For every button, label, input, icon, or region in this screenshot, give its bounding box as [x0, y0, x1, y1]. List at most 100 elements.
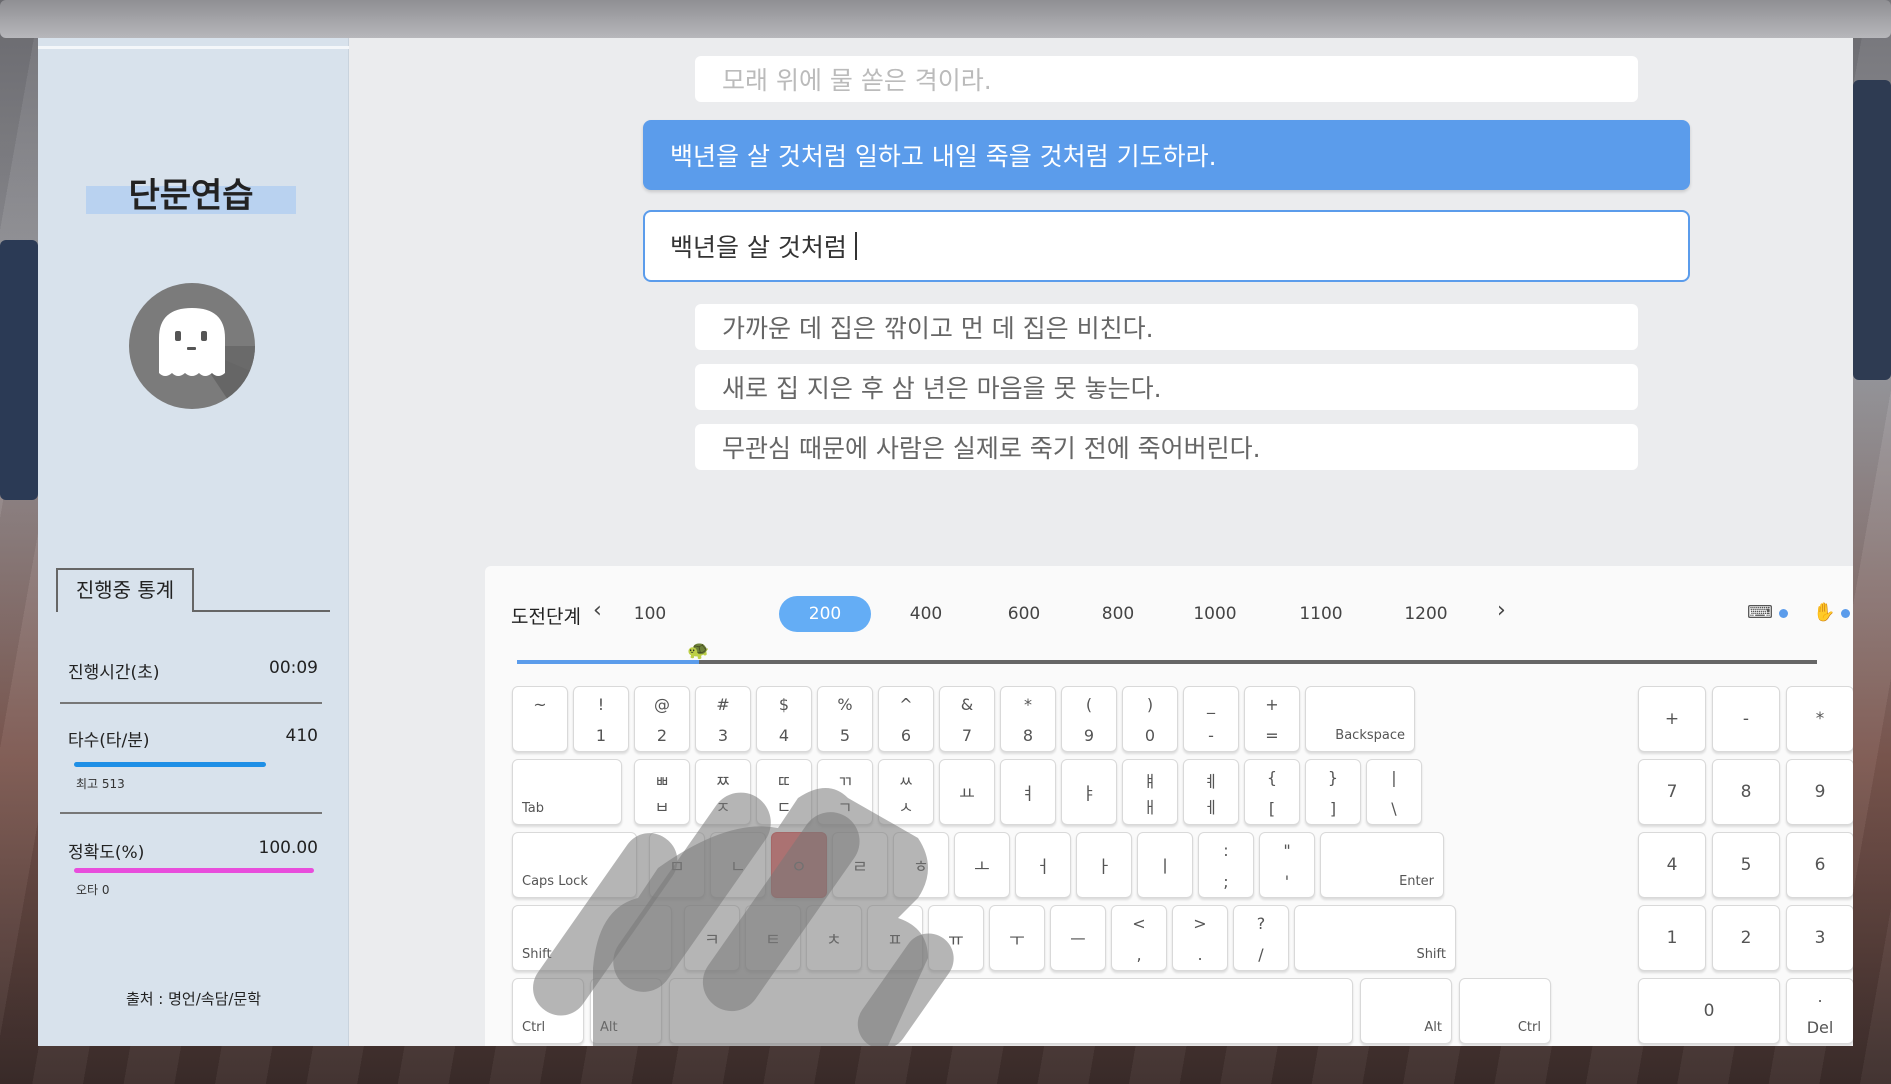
key[interactable]: ㅡ: [1050, 905, 1106, 971]
level-item[interactable]: 100: [625, 596, 675, 632]
level-item[interactable]: 400: [901, 596, 951, 632]
key[interactable]: (9: [1061, 686, 1117, 752]
key[interactable]: >.: [1172, 905, 1228, 971]
key[interactable]: ㄸㄷ: [756, 759, 812, 825]
key[interactable]: ㅣ: [1137, 832, 1193, 898]
key[interactable]: }]: [1305, 759, 1361, 825]
key[interactable]: #3: [695, 686, 751, 752]
key[interactable]: :;: [1198, 832, 1254, 898]
key-highlighted[interactable]: ㅇ: [771, 832, 827, 898]
key[interactable]: ㅌ: [745, 905, 801, 971]
key[interactable]: ㅁ: [649, 832, 705, 898]
typing-input[interactable]: 백년을 살 것처럼: [643, 210, 1690, 282]
key[interactable]: ! 1: [573, 686, 629, 752]
key[interactable]: _ -: [1183, 686, 1239, 752]
numpad-key[interactable]: *: [1786, 686, 1853, 752]
chevron-right-icon[interactable]: ›: [1497, 598, 1506, 623]
numpad-key[interactable]: 9: [1786, 759, 1853, 825]
key[interactable]: | \: [1366, 759, 1422, 825]
level-item-active[interactable]: 200: [779, 596, 871, 632]
level-item[interactable]: 1200: [1396, 596, 1456, 632]
numpad-key[interactable]: 7: [1638, 759, 1706, 825]
key[interactable]: <,: [1111, 905, 1167, 971]
key[interactable]: ? /: [1233, 905, 1289, 971]
key[interactable]: ㅎ: [893, 832, 949, 898]
key-label: 0: [1144, 726, 1156, 745]
key[interactable]: + =: [1244, 686, 1300, 752]
shift-left-key[interactable]: Shift: [512, 905, 672, 971]
key-label: :: [1223, 841, 1229, 860]
level-progress-fill: [517, 660, 699, 664]
key-label: 4: [778, 726, 790, 745]
numpad-key[interactable]: 4: [1638, 832, 1706, 898]
level-item[interactable]: 1100: [1291, 596, 1351, 632]
key[interactable]: ㅓ: [1015, 832, 1071, 898]
key[interactable]: ㅜ: [989, 905, 1045, 971]
numpad-key[interactable]: -: [1712, 686, 1780, 752]
key[interactable]: ㅆㅅ: [878, 759, 934, 825]
key[interactable]: ㄲㄱ: [817, 759, 873, 825]
caps-lock-key[interactable]: Caps Lock: [512, 832, 637, 898]
numpad-key[interactable]: 8: [1712, 759, 1780, 825]
key-label: ㅡ: [1070, 930, 1086, 951]
stats-tab[interactable]: 진행중 통계: [56, 568, 194, 612]
backspace-key[interactable]: Backspace: [1305, 686, 1415, 752]
key[interactable]: {[: [1244, 759, 1300, 825]
key-label: 3: [1814, 928, 1826, 948]
key[interactable]: % 5: [817, 686, 873, 752]
shift-right-key[interactable]: Shift: [1294, 905, 1456, 971]
key-label: ㅌ: [765, 930, 781, 951]
key[interactable]: " ': [1259, 832, 1315, 898]
numpad-del-key[interactable]: . Del: [1786, 978, 1853, 1044]
numpad-key[interactable]: 1: [1638, 905, 1706, 971]
key[interactable]: $4: [756, 686, 812, 752]
key-label: #: [716, 695, 730, 714]
numpad-key[interactable]: 6: [1786, 832, 1853, 898]
level-progress-track: [517, 660, 1817, 664]
ctrl-right-key[interactable]: Ctrl: [1459, 978, 1551, 1044]
numpad-zero-key[interactable]: 0: [1638, 978, 1780, 1044]
numpad-key[interactable]: 3: [1786, 905, 1853, 971]
level-item[interactable]: 800: [1093, 596, 1143, 632]
space-key[interactable]: [669, 978, 1353, 1044]
key[interactable]: ㅠ: [928, 905, 984, 971]
tab-key[interactable]: Tab: [512, 759, 622, 825]
key[interactable]: ㅖㅔ: [1183, 759, 1239, 825]
key-label: >: [1193, 914, 1207, 933]
numpad-key[interactable]: 2: [1712, 905, 1780, 971]
key[interactable]: * 8: [1000, 686, 1056, 752]
key[interactable]: ㄹ: [832, 832, 888, 898]
numpad-key[interactable]: 5: [1712, 832, 1780, 898]
alt-left-key[interactable]: Alt: [590, 978, 662, 1044]
key[interactable]: ㄴ: [710, 832, 766, 898]
level-item[interactable]: 1000: [1185, 596, 1245, 632]
hand-icon[interactable]: ✋: [1813, 602, 1835, 623]
key[interactable]: ㅒㅐ: [1122, 759, 1178, 825]
key[interactable]: & 7: [939, 686, 995, 752]
current-sentence: 백년을 살 것처럼 일하고 내일 죽을 것처럼 기도하라.: [643, 120, 1690, 190]
key[interactable]: ~: [512, 686, 568, 752]
key[interactable]: ㅍ: [867, 905, 923, 971]
enter-key[interactable]: Enter: [1320, 832, 1444, 898]
key[interactable]: ㅑ: [1061, 759, 1117, 825]
key[interactable]: ^ 6: [878, 686, 934, 752]
keyboard-icon[interactable]: ⌨: [1747, 602, 1773, 623]
key[interactable]: ) 0: [1122, 686, 1178, 752]
alt-right-key[interactable]: Alt: [1360, 978, 1452, 1044]
key-label: ㄹ: [852, 857, 868, 878]
key[interactable]: ㅕ: [1000, 759, 1056, 825]
key[interactable]: ㅊ: [806, 905, 862, 971]
key[interactable]: ㅗ: [954, 832, 1010, 898]
key[interactable]: ㅏ: [1076, 832, 1132, 898]
key[interactable]: @2: [634, 686, 690, 752]
level-item[interactable]: 600: [999, 596, 1049, 632]
chevron-left-icon[interactable]: ‹: [593, 598, 602, 623]
ctrl-left-key[interactable]: Ctrl: [512, 978, 584, 1044]
key[interactable]: ㅛ: [939, 759, 995, 825]
sidebar: 단문연습 진행중 통계 진행시간(초) 00:09 타수(타/분) 410 최고…: [38, 38, 349, 1046]
key[interactable]: ㅉㅈ: [695, 759, 751, 825]
key[interactable]: ㅃㅂ: [634, 759, 690, 825]
numpad-key[interactable]: +: [1638, 686, 1706, 752]
key[interactable]: ㅋ: [684, 905, 740, 971]
key-label: 1: [595, 726, 607, 745]
